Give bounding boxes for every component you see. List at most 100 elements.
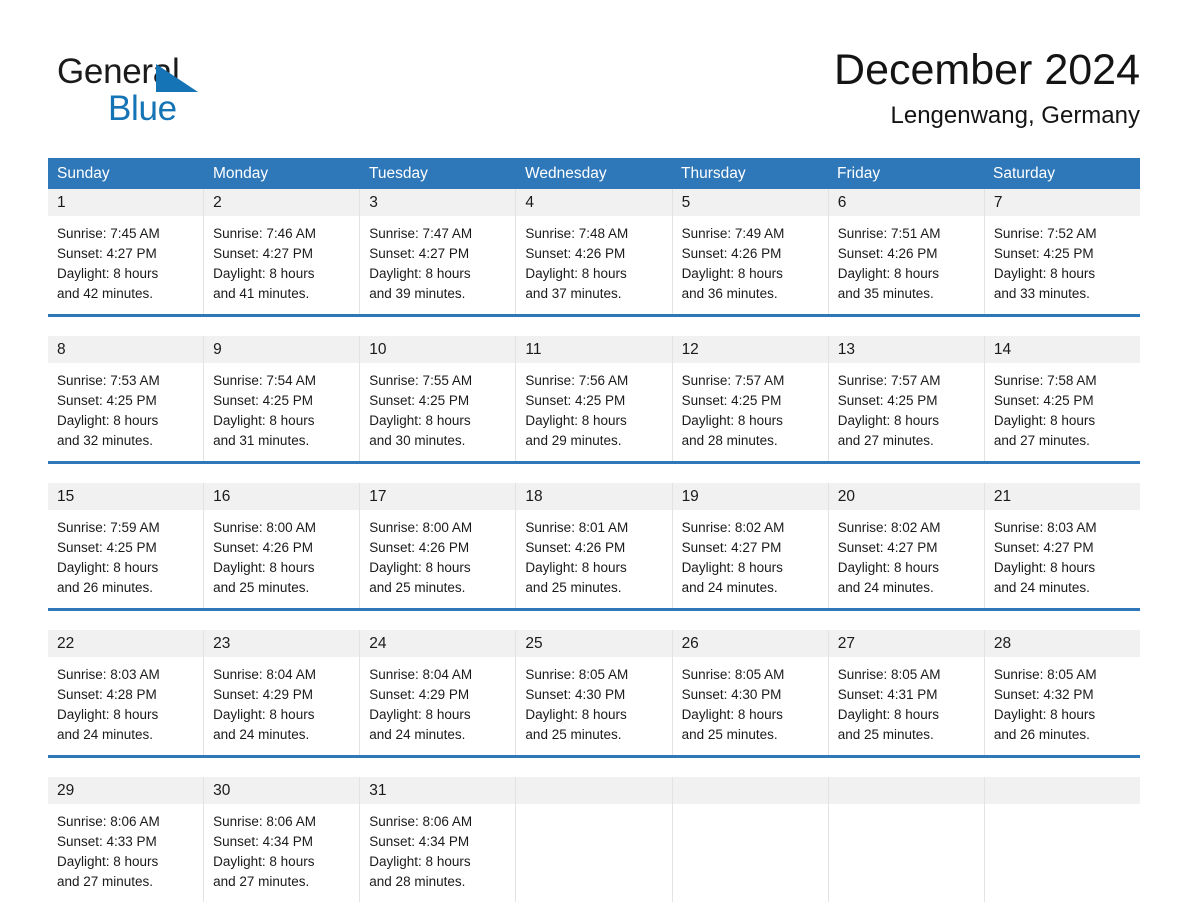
calendar-week-row: 8 Sunrise: 7:53 AM Sunset: 4:25 PM Daylight… xyxy=(48,314,1140,461)
daylight-duration-line1: Daylight: 8 hours xyxy=(681,266,783,281)
daylight-duration-line1: Daylight: 8 hours xyxy=(993,707,1096,722)
sunrise-time: Sunrise: 8:06 AM xyxy=(57,814,160,829)
sunset-time: Sunset: 4:25 PM xyxy=(681,393,782,408)
day-number: 24 xyxy=(369,635,387,652)
generalblue-logo[interactable]: General Blue xyxy=(57,52,287,130)
day-cell[interactable]: 9 Sunrise: 7:54 AM Sunset: 4:25 PM Daylight… xyxy=(204,336,361,461)
day-details: Sunrise: 8:04 AM Sunset: 4:29 PM Daylight:… xyxy=(204,657,359,755)
day-cell[interactable]: 4 Sunrise: 7:48 AM Sunset: 4:26 PM Daylight… xyxy=(516,189,673,314)
sunset-time: Sunset: 4:34 PM xyxy=(369,834,470,849)
day-cell[interactable]: 29 Sunrise: 8:06 AM Sunset: 4:33 PM Dayligh… xyxy=(48,777,205,902)
daylight-duration-line2: and 33 minutes. xyxy=(993,286,1090,301)
day-number-band: 26 xyxy=(672,630,828,657)
week-cells: 1 Sunrise: 7:45 AM Sunset: 4:27 PM Daylight… xyxy=(48,189,1140,314)
day-cell[interactable]: 24 Sunrise: 8:04 AM Sunset: 4:29 PM Dayligh… xyxy=(360,630,517,755)
day-cell[interactable]: 15 Sunrise: 7:59 AM Sunset: 4:25 PM Dayligh… xyxy=(48,483,205,608)
sunrise-time: Sunrise: 8:04 AM xyxy=(213,667,316,682)
day-cell[interactable]: 27 Sunrise: 8:05 AM Sunset: 4:31 PM Dayligh… xyxy=(828,630,985,755)
calendar-week-row: 22 Sunrise: 8:03 AM Sunset: 4:28 PM Dayligh… xyxy=(48,608,1140,755)
daylight-duration-line2: and 27 minutes. xyxy=(57,874,154,889)
daylight-duration-line1: Daylight: 8 hours xyxy=(993,266,1096,281)
day-cell[interactable]: 28 Sunrise: 8:05 AM Sunset: 4:32 PM Dayligh… xyxy=(984,630,1140,755)
daylight-duration-line1: Daylight: 8 hours xyxy=(681,560,783,575)
sunset-time: Sunset: 4:26 PM xyxy=(213,540,313,555)
day-cell[interactable]: 10 Sunrise: 7:55 AM Sunset: 4:25 PM Dayligh… xyxy=(360,336,517,461)
daylight-duration-line2: and 27 minutes. xyxy=(213,874,310,889)
sunset-time: Sunset: 4:31 PM xyxy=(837,687,938,702)
day-details: Sunrise: 7:56 AM Sunset: 4:25 PM Daylight:… xyxy=(516,363,671,461)
day-cell[interactable]: 14 Sunrise: 7:58 AM Sunset: 4:25 PM Dayligh… xyxy=(984,336,1140,461)
daylight-duration-line1: Daylight: 8 hours xyxy=(369,413,471,428)
day-details: Sunrise: 7:51 AM Sunset: 4:26 PM Daylight:… xyxy=(829,216,984,314)
day-cell[interactable]: 21 Sunrise: 8:03 AM Sunset: 4:27 PM Dayligh… xyxy=(984,483,1140,608)
sunset-time: Sunset: 4:26 PM xyxy=(681,246,782,261)
day-cell[interactable]: 19 Sunrise: 8:02 AM Sunset: 4:27 PM Dayligh… xyxy=(672,483,829,608)
daylight-duration-line2: and 29 minutes. xyxy=(525,433,622,448)
sunrise-time: Sunrise: 7:52 AM xyxy=(993,226,1097,241)
day-cell[interactable]: 18 Sunrise: 8:01 AM Sunset: 4:26 PM Dayligh… xyxy=(516,483,673,608)
day-cell[interactable]: 3 Sunrise: 7:47 AM Sunset: 4:27 PM Daylight… xyxy=(360,189,517,314)
daylight-duration-line1: Daylight: 8 hours xyxy=(525,560,627,575)
sunrise-time: Sunrise: 7:58 AM xyxy=(993,373,1097,388)
day-cell[interactable]: 2 Sunrise: 7:46 AM Sunset: 4:27 PM Daylight… xyxy=(204,189,361,314)
sunrise-time: Sunrise: 8:02 AM xyxy=(681,520,785,535)
sunrise-time: Sunrise: 7:46 AM xyxy=(213,226,316,241)
week-spacer xyxy=(48,317,1140,336)
day-details xyxy=(673,804,828,822)
day-cell[interactable]: 7 Sunrise: 7:52 AM Sunset: 4:25 PM Daylight… xyxy=(984,189,1140,314)
page-subtitle: Lengenwang, Germany xyxy=(890,102,1141,129)
day-cell-empty xyxy=(672,777,829,902)
day-details: Sunrise: 7:48 AM Sunset: 4:26 PM Daylight:… xyxy=(516,216,671,314)
day-cell[interactable]: 6 Sunrise: 7:51 AM Sunset: 4:26 PM Daylight… xyxy=(828,189,985,314)
day-cell[interactable]: 25 Sunrise: 8:05 AM Sunset: 4:30 PM Dayligh… xyxy=(516,630,673,755)
day-details: Sunrise: 8:03 AM Sunset: 4:28 PM Daylight:… xyxy=(48,657,203,755)
sunrise-time: Sunrise: 8:00 AM xyxy=(369,520,473,535)
day-details: Sunrise: 8:01 AM Sunset: 4:26 PM Daylight:… xyxy=(516,510,671,608)
day-details: Sunrise: 7:52 AM Sunset: 4:25 PM Daylight:… xyxy=(985,216,1140,314)
day-cell[interactable]: 11 Sunrise: 7:56 AM Sunset: 4:25 PM Dayligh… xyxy=(516,336,673,461)
sunset-time: Sunset: 4:26 PM xyxy=(525,246,626,261)
day-cell[interactable]: 13 Sunrise: 7:57 AM Sunset: 4:25 PM Dayligh… xyxy=(828,336,985,461)
day-cell-empty xyxy=(516,777,673,902)
sunset-time: Sunset: 4:27 PM xyxy=(993,540,1094,555)
day-details: Sunrise: 7:45 AM Sunset: 4:27 PM Daylight:… xyxy=(48,216,203,314)
weekday-header-saturday: Saturday xyxy=(993,165,1056,182)
daylight-duration-line2: and 25 minutes. xyxy=(369,580,466,595)
daylight-duration-line2: and 35 minutes. xyxy=(837,286,934,301)
day-cell[interactable]: 12 Sunrise: 7:57 AM Sunset: 4:25 PM Dayligh… xyxy=(672,336,829,461)
day-cell[interactable]: 16 Sunrise: 8:00 AM Sunset: 4:26 PM Dayligh… xyxy=(204,483,361,608)
day-details: Sunrise: 8:02 AM Sunset: 4:27 PM Daylight:… xyxy=(829,510,984,608)
day-number: 18 xyxy=(525,488,543,505)
daylight-duration-line1: Daylight: 8 hours xyxy=(837,266,940,281)
sunset-time: Sunset: 4:25 PM xyxy=(213,393,313,408)
sunset-time: Sunset: 4:25 PM xyxy=(525,393,626,408)
day-number: 25 xyxy=(525,635,543,652)
day-details: Sunrise: 7:57 AM Sunset: 4:25 PM Daylight:… xyxy=(673,363,828,461)
sunset-time: Sunset: 4:25 PM xyxy=(837,393,938,408)
day-cell[interactable]: 20 Sunrise: 8:02 AM Sunset: 4:27 PM Dayligh… xyxy=(828,483,985,608)
day-number-band: 8 xyxy=(48,336,204,363)
day-cell[interactable]: 1 Sunrise: 7:45 AM Sunset: 4:27 PM Daylight… xyxy=(48,189,205,314)
day-details: Sunrise: 8:02 AM Sunset: 4:27 PM Daylight:… xyxy=(673,510,828,608)
day-cell[interactable]: 22 Sunrise: 8:03 AM Sunset: 4:28 PM Dayligh… xyxy=(48,630,205,755)
day-cell[interactable]: 23 Sunrise: 8:04 AM Sunset: 4:29 PM Dayligh… xyxy=(204,630,361,755)
sunset-time: Sunset: 4:25 PM xyxy=(57,393,157,408)
day-cell[interactable]: 31 Sunrise: 8:06 AM Sunset: 4:34 PM Dayligh… xyxy=(360,777,517,902)
day-cell[interactable]: 5 Sunrise: 7:49 AM Sunset: 4:26 PM Daylight… xyxy=(672,189,829,314)
day-number: 17 xyxy=(369,488,387,505)
sunrise-time: Sunrise: 8:05 AM xyxy=(681,667,785,682)
daylight-duration-line2: and 37 minutes. xyxy=(525,286,622,301)
day-cell[interactable]: 30 Sunrise: 8:06 AM Sunset: 4:34 PM Dayligh… xyxy=(204,777,361,902)
day-cell[interactable]: 26 Sunrise: 8:05 AM Sunset: 4:30 PM Dayligh… xyxy=(672,630,829,755)
sunrise-time: Sunrise: 8:02 AM xyxy=(837,520,941,535)
daylight-duration-line1: Daylight: 8 hours xyxy=(213,854,315,869)
daylight-duration-line1: Daylight: 8 hours xyxy=(57,560,159,575)
day-details: Sunrise: 8:00 AM Sunset: 4:26 PM Daylight:… xyxy=(360,510,515,608)
day-cell[interactable]: 8 Sunrise: 7:53 AM Sunset: 4:25 PM Daylight… xyxy=(48,336,205,461)
daylight-duration-line2: and 36 minutes. xyxy=(681,286,778,301)
sunset-time: Sunset: 4:30 PM xyxy=(525,687,626,702)
weekday-header-tuesday: Tuesday xyxy=(369,165,428,182)
day-cell[interactable]: 17 Sunrise: 8:00 AM Sunset: 4:26 PM Dayligh… xyxy=(360,483,517,608)
sunrise-time: Sunrise: 7:53 AM xyxy=(57,373,160,388)
page-title: December 2024 xyxy=(834,46,1140,94)
